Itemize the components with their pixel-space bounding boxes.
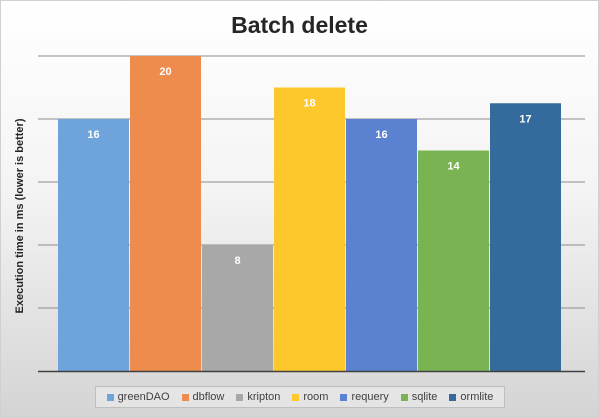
legend-swatch: [449, 393, 457, 401]
bar-ormlite: [490, 103, 561, 371]
legend-swatch: [292, 393, 300, 401]
legend-swatch: [236, 393, 244, 401]
data-label-room: 18: [303, 98, 315, 110]
legend-item-sqlite: sqlite: [400, 391, 438, 403]
legend-item-kripton: kripton: [236, 391, 280, 403]
bar-requery: [346, 119, 417, 371]
data-label-dbflow: 20: [159, 66, 171, 78]
legend-item-dbflow: dbflow: [181, 391, 225, 403]
legend-label: dbflow: [192, 391, 225, 403]
data-label-requery: 16: [375, 129, 387, 141]
data-label-sqlite: 14: [447, 161, 460, 173]
legend-label: room: [303, 391, 329, 403]
legend-item-requery: requery: [340, 391, 389, 403]
bar-chart-plot: 16 20 8 18 16 14 17: [38, 55, 585, 373]
legend-swatch: [340, 393, 348, 401]
data-label-greendao: 16: [87, 129, 99, 141]
legend-item-ormlite: ormlite: [449, 391, 493, 403]
legend-label: kripton: [247, 391, 281, 403]
bar-dbflow: [130, 56, 201, 371]
legend-label: requery: [351, 391, 389, 403]
legend-swatch: [400, 393, 408, 401]
legend-label: sqlite: [411, 391, 438, 403]
legend-item-greendao: greenDAO: [106, 391, 170, 403]
bar-sqlite: [418, 150, 489, 371]
legend-item-room: room: [292, 391, 328, 403]
data-label-kripton: 8: [234, 255, 240, 267]
bar-room: [274, 87, 345, 371]
data-label-ormlite: 17: [519, 113, 531, 125]
legend-label: greenDAO: [117, 391, 170, 403]
legend-swatch: [181, 393, 189, 401]
bar-greendao: [58, 119, 129, 371]
legend-label: ormlite: [460, 391, 494, 403]
legend-swatch: [106, 393, 114, 401]
chart-legend: greenDAO dbflow kripton room requery sqlite or…: [95, 386, 505, 408]
